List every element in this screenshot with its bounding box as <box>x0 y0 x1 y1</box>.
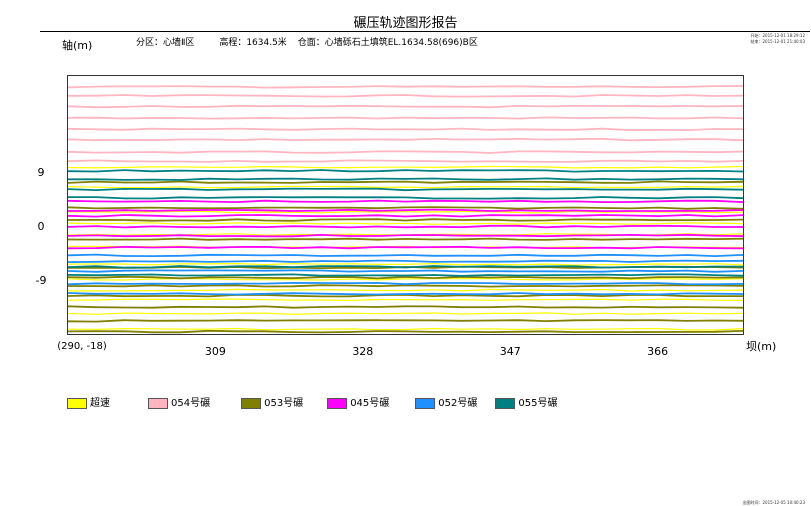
track-3-3 <box>67 305 744 309</box>
x-tick-label-1: 309 <box>205 345 226 358</box>
legend: 超速 054号碾 053号碾 045号碾 052号碾 055号碾 <box>67 394 557 409</box>
legend-item-5: 052号碾 <box>415 394 477 409</box>
track-5-3 <box>67 269 744 273</box>
trajectory-chart: 9 0 -9 309 328 347 366 (290, -18) 坝(m) <box>36 75 776 358</box>
legend-swatch-4 <box>327 397 348 409</box>
track-1-5 <box>67 277 744 281</box>
track-4-1 <box>67 199 744 204</box>
x-tick-labels: 309 328 347 366 <box>205 345 668 358</box>
y-tick-label-2: 0 <box>38 220 45 233</box>
track-1-9 <box>67 222 744 225</box>
track-1-2 <box>67 312 744 316</box>
legend-item-1: 超速 <box>67 394 110 409</box>
track-2-5 <box>67 127 744 132</box>
track-6-2 <box>68 177 744 181</box>
legend-label-4: 045号碾 <box>350 398 390 409</box>
y-tick-label-3: -9 <box>36 274 47 287</box>
track-5-2 <box>67 259 744 263</box>
legend-item-2: 054号碾 <box>148 394 210 409</box>
track-1-3 <box>67 298 744 302</box>
track-4-5 <box>67 233 744 238</box>
track-1-4 <box>68 288 744 292</box>
legend-label-3: 053号碾 <box>264 398 304 409</box>
track-2-1 <box>67 85 744 89</box>
track-3-5 <box>67 284 744 288</box>
track-2-8 <box>67 159 744 163</box>
legend-swatch-6 <box>495 397 516 409</box>
track-2-7 <box>67 150 744 154</box>
track-4-3 <box>67 214 744 218</box>
track-6-1 <box>67 169 744 173</box>
track-4-6 <box>67 245 744 250</box>
track-4-4 <box>67 224 743 229</box>
x-tick-label-4: 366 <box>647 345 668 358</box>
track-6-3 <box>67 187 744 192</box>
legend-swatch-5 <box>415 397 436 409</box>
track-6-6 <box>67 273 744 277</box>
x-axis-label: 坝(m) <box>746 339 776 353</box>
track-5-4 <box>67 281 744 286</box>
track-lines <box>67 85 744 334</box>
x-tick-label-2: 328 <box>352 345 373 358</box>
track-3-1 <box>67 329 744 334</box>
legend-swatch-3 <box>241 397 262 409</box>
legend-item-3: 053号碾 <box>241 394 303 409</box>
track-2-2 <box>67 94 744 98</box>
track-4-2 <box>67 208 744 213</box>
track-3-6 <box>67 275 744 280</box>
legend-label-2: 054号碾 <box>171 398 211 409</box>
legend-swatch-2 <box>148 397 168 409</box>
origin-label: (290, -18) <box>57 341 107 352</box>
track-3-11 <box>67 180 744 184</box>
y-tick-labels: 9 0 -9 <box>36 166 47 287</box>
track-3-2 <box>67 319 744 323</box>
track-1-11 <box>67 185 744 189</box>
track-3-8 <box>67 237 744 241</box>
track-1-12 <box>67 165 744 169</box>
legend-swatch-1 <box>67 397 87 409</box>
track-2-6 <box>67 137 744 142</box>
y-tick-label-1: 9 <box>38 166 45 179</box>
x-tick-label-3: 347 <box>500 345 521 358</box>
track-3-9 <box>67 218 744 222</box>
track-3-10 <box>67 206 744 210</box>
track-6-4 <box>68 196 744 200</box>
legend-label-5: 052号碾 <box>438 398 478 409</box>
legend-label-1: 超速 <box>90 398 110 409</box>
track-1-6 <box>67 262 744 266</box>
track-1-1 <box>67 327 744 331</box>
legend-item-6: 055号碾 <box>495 394 557 409</box>
track-3-4 <box>67 293 743 298</box>
track-5-5 <box>67 292 744 296</box>
track-2-3 <box>67 104 744 109</box>
track-5-1 <box>67 253 744 258</box>
legend-label-6: 055号碾 <box>518 398 558 409</box>
track-2-4 <box>67 116 744 120</box>
legend-item-4: 045号碾 <box>327 394 389 409</box>
